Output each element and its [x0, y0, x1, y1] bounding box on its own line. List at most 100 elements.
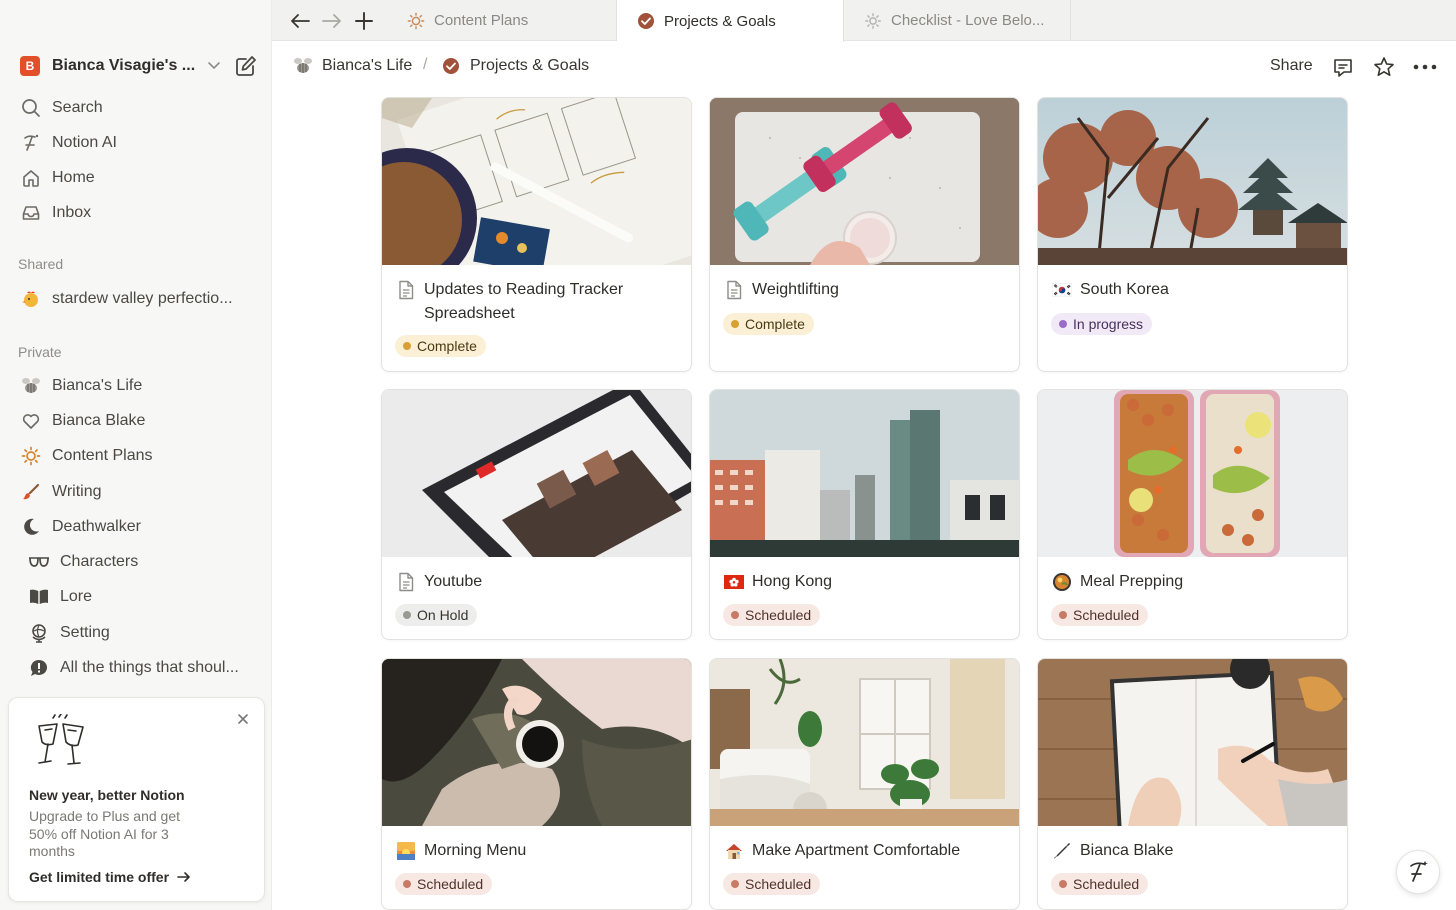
sidebar-item-setting[interactable]: Setting — [0, 616, 271, 650]
sidebar-item-label: stardew valley perfectio... — [52, 290, 233, 307]
page-icon — [396, 278, 416, 302]
sun-icon — [20, 445, 42, 467]
pen-emoji-icon — [1052, 839, 1072, 863]
gallery-card[interactable]: Morning Menu Scheduled — [381, 658, 692, 910]
food-emoji-icon — [1052, 570, 1072, 594]
card-cover-image — [1038, 98, 1347, 265]
gallery-card[interactable]: Youtube On Hold — [381, 389, 692, 640]
breadcrumb-parent[interactable]: Bianca's Life — [292, 56, 412, 76]
gallery-card[interactable]: Updates to Reading Tracker Spreadsheet C… — [381, 97, 692, 372]
hong-kong-flag-emoji-icon — [724, 570, 744, 594]
card-title-text: Updates to Reading Tracker Spreadsheet — [424, 281, 624, 322]
sidebar-item-home[interactable]: Home — [0, 161, 271, 195]
sidebar-item-bianca-blake[interactable]: Bianca Blake — [0, 404, 271, 438]
tab-content-plans[interactable]: Content Plans — [389, 0, 617, 41]
gallery-card[interactable]: Weightlifting Complete — [709, 97, 1020, 372]
card-cover-image — [710, 98, 1019, 265]
sidebar-item-search[interactable]: Search — [0, 91, 271, 125]
status-dot — [731, 611, 739, 619]
check-circle-icon — [440, 56, 462, 76]
card-title: Meal Prepping — [1052, 570, 1337, 594]
tab-checklist[interactable]: Checklist - Love Belo... — [844, 0, 1071, 41]
favorite-button[interactable] — [1371, 54, 1397, 80]
card-title-text: Morning Menu — [424, 842, 527, 859]
section-label-private: Private — [18, 344, 62, 360]
gallery-card[interactable]: Meal Prepping Scheduled — [1037, 389, 1348, 640]
status-badge: On Hold — [395, 604, 478, 626]
notion-ai-icon — [20, 132, 42, 154]
inbox-icon — [20, 202, 42, 224]
notion-ai-button[interactable] — [1396, 850, 1440, 894]
gallery-view: Updates to Reading Tracker Spreadsheet C… — [381, 97, 1349, 910]
sidebar-item-content-plans[interactable]: Content Plans — [0, 439, 271, 473]
status-badge: Scheduled — [1051, 873, 1149, 895]
house-emoji-icon — [724, 839, 744, 863]
sidebar-item-biancas-life[interactable]: Bianca's Life — [0, 369, 271, 403]
comment-icon — [1334, 59, 1352, 77]
alert-icon — [28, 657, 50, 679]
card-cover-image — [710, 390, 1019, 557]
status-dot — [731, 880, 739, 888]
check-circle-icon — [637, 12, 655, 30]
globe-icon — [28, 622, 50, 644]
status-label: Complete — [745, 316, 805, 332]
card-title: South Korea — [1052, 278, 1337, 302]
card-title: Bianca Blake — [1052, 839, 1337, 863]
status-dot — [731, 320, 739, 328]
sidebar-item-lore[interactable]: Lore — [0, 580, 271, 614]
sidebar-item-all-the-things[interactable]: All the things that shoul... — [0, 651, 271, 685]
sidebar-item-deathwalker[interactable]: Deathwalker — [0, 510, 271, 544]
breadcrumb-current[interactable]: Projects & Goals — [440, 56, 589, 76]
sidebar-item-inbox[interactable]: Inbox — [0, 196, 271, 230]
sidebar-item-label: Writing — [52, 483, 102, 500]
sun-icon — [407, 12, 425, 30]
comments-button[interactable] — [1330, 54, 1356, 80]
status-dot — [1059, 880, 1067, 888]
book-icon — [28, 586, 50, 608]
sidebar-item-notion-ai[interactable]: Notion AI — [0, 126, 271, 160]
chevron-down-icon[interactable] — [205, 58, 223, 74]
page-icon — [396, 570, 416, 594]
status-dot — [403, 880, 411, 888]
sidebar-item-stardew[interactable]: stardew valley perfectio... — [0, 282, 271, 316]
new-page-icon[interactable] — [233, 54, 259, 78]
card-title: Youtube — [396, 570, 681, 594]
gallery-card[interactable]: Hong Kong Scheduled — [709, 389, 1020, 640]
card-title-text: Meal Prepping — [1080, 573, 1184, 590]
sidebar-item-label: Setting — [60, 624, 110, 641]
close-icon[interactable] — [236, 712, 250, 726]
workspace-switcher[interactable]: B Bianca Visagie's ... — [0, 47, 271, 85]
more-options-button[interactable] — [1412, 54, 1438, 80]
new-tab-button[interactable] — [352, 9, 376, 33]
card-cover-image — [1038, 390, 1347, 557]
status-label: Complete — [417, 338, 477, 354]
status-badge: In progress — [1051, 313, 1153, 335]
promo-cta-link[interactable]: Get limited time offer — [29, 869, 191, 885]
plus-icon — [355, 12, 373, 30]
sidebar-item-label: Content Plans — [52, 447, 153, 464]
promo-title: New year, better Notion — [29, 787, 185, 803]
promo-body: Upgrade to Plus and get 50% off Notion A… — [29, 808, 180, 859]
bee-icon — [292, 56, 314, 76]
card-cover-image — [1038, 659, 1347, 826]
sidebar-item-characters[interactable]: Characters — [0, 545, 271, 579]
gallery-card[interactable]: Make Apartment Comfortable Scheduled — [709, 658, 1020, 910]
arrow-left-icon — [291, 14, 310, 28]
sidebar-item-label: Lore — [60, 588, 93, 605]
chicken-emoji-icon — [20, 288, 42, 310]
brush-icon — [20, 481, 42, 503]
gallery-card[interactable]: Bianca Blake Scheduled — [1037, 658, 1348, 910]
card-cover-image — [382, 659, 691, 826]
tab-projects-goals[interactable]: Projects & Goals — [617, 0, 844, 42]
gallery-card[interactable]: South Korea In progress — [1037, 97, 1348, 372]
card-title: Hong Kong — [724, 570, 1009, 594]
forward-button[interactable] — [320, 9, 344, 33]
status-badge: Complete — [723, 313, 814, 335]
status-badge: Scheduled — [723, 604, 821, 626]
sidebar-item-label: Characters — [60, 553, 139, 570]
back-button[interactable] — [288, 9, 312, 33]
card-title: Make Apartment Comfortable — [724, 839, 1009, 863]
sidebar-item-writing[interactable]: Writing — [0, 475, 271, 509]
sidebar-item-label: Inbox — [52, 204, 92, 221]
share-button[interactable]: Share — [1270, 57, 1313, 75]
